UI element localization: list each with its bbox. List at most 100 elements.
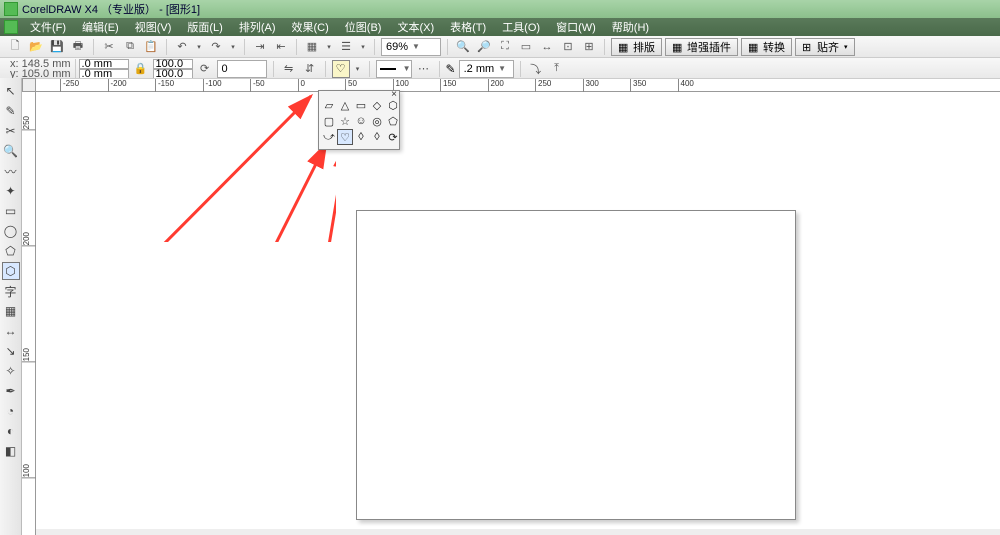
tool-effects[interactable]: ✧ (2, 362, 20, 380)
plugin-button[interactable]: ▦增强插件 (665, 38, 738, 56)
flyout-shape-13[interactable]: ◊ (369, 129, 385, 145)
flyout-shape-9[interactable]: ⬠ (385, 113, 401, 129)
zoom-in-icon[interactable]: 🔍 (454, 38, 472, 56)
separator (374, 39, 375, 55)
menu-file[interactable]: 文件(F) (22, 19, 74, 35)
menu-table[interactable]: 表格(T) (442, 19, 494, 35)
menu-effects[interactable]: 效果(C) (284, 19, 337, 35)
tool-text[interactable]: 字 (2, 282, 20, 300)
tool-table[interactable]: ▦ (2, 302, 20, 320)
open-button[interactable]: 📂 (27, 38, 45, 56)
snap-button[interactable]: ⊞贴齐▾ (795, 38, 855, 56)
app-launcher-icon[interactable]: ▦ (303, 38, 321, 56)
export-button[interactable]: ⇤ (272, 38, 290, 56)
tool-eyedrop[interactable]: ✒ (2, 382, 20, 400)
ruler-vertical[interactable]: 250200150100 (22, 92, 36, 535)
flyout-shape-6[interactable]: ☆ (337, 113, 353, 129)
tool-zoom[interactable]: 🔍 (2, 142, 20, 160)
welcome-icon[interactable]: ☰ (337, 38, 355, 56)
ruler-origin[interactable] (22, 78, 36, 92)
size-group: .0 mm .0 mm (79, 59, 129, 79)
line-style-picker[interactable]: ▼ (376, 60, 412, 78)
mirror-v-icon[interactable]: ⇵ (301, 60, 319, 78)
tool-pick[interactable]: ↖ (2, 82, 20, 100)
zoom-out-icon[interactable]: 🔎 (475, 38, 493, 56)
ruler-tick: 200 (488, 79, 504, 93)
menu-bitmap[interactable]: 位图(B) (337, 19, 390, 35)
rotation-input[interactable]: 0 (217, 60, 267, 78)
tool-interactivefill[interactable]: ◧ (2, 442, 20, 460)
outline-pen-icon: ✎ (446, 62, 456, 76)
menu-view[interactable]: 视图(V) (127, 19, 180, 35)
tool-outline[interactable]: ◔ (2, 402, 20, 420)
chevron-down-icon: ▼ (403, 64, 411, 73)
new-button[interactable]: 🗋 (6, 38, 24, 56)
zoom-all-icon[interactable]: ⊞ (580, 38, 598, 56)
tool-fill[interactable]: ◐ (2, 422, 20, 440)
menu-edit[interactable]: 编辑(E) (74, 19, 127, 35)
drop-icon[interactable]: ▾ (358, 38, 368, 56)
flyout-shape-7[interactable]: ☺ (353, 113, 369, 129)
tool-ellipse[interactable]: ◯ (2, 222, 20, 240)
line-opts-icon[interactable]: ⋯ (415, 60, 433, 78)
cut-button[interactable]: ✂ (100, 38, 118, 56)
flyout-shape-12[interactable]: ◊ (353, 129, 369, 145)
undo-drop-icon[interactable]: ▾ (194, 38, 204, 56)
tool-freehand[interactable]: 〰 (2, 162, 20, 180)
flyout-shape-3[interactable]: ◇ (369, 97, 385, 113)
flyout-shape-8[interactable]: ◎ (369, 113, 385, 129)
flyout-shape-10[interactable]: ⤻ (321, 129, 337, 145)
tool-rect[interactable]: ▭ (2, 202, 20, 220)
flyout-shape-0[interactable]: ▱ (321, 97, 337, 113)
drop-icon[interactable]: ▾ (324, 38, 334, 56)
mirror-h-icon[interactable]: ⇋ (280, 60, 298, 78)
layout-button[interactable]: ▦排版 (611, 38, 662, 56)
lock-icon[interactable]: 🔒 (132, 60, 150, 78)
zoom-sel-icon[interactable]: ⊡ (559, 38, 577, 56)
canvas-area[interactable] (36, 92, 1000, 535)
copy-button[interactable]: ⧉ (121, 38, 139, 56)
to-front-icon[interactable]: ⤒ (548, 60, 566, 78)
zoom-width-icon[interactable]: ↔ (538, 38, 556, 56)
menu-text[interactable]: 文本(X) (389, 19, 442, 35)
tool-connector[interactable]: ↘ (2, 342, 20, 360)
scaley-input[interactable]: 100.0 (153, 69, 193, 79)
print-button[interactable]: 🖶 (69, 38, 87, 56)
save-button[interactable]: 💾 (48, 38, 66, 56)
zoom-fit-icon[interactable]: ⛶ (496, 38, 514, 56)
height-input[interactable]: .0 mm (79, 69, 129, 79)
outline-width-combo[interactable]: .2 mm▼ (459, 60, 514, 78)
menu-window[interactable]: 窗口(W) (548, 19, 604, 35)
page[interactable] (356, 210, 796, 520)
ruler-horizontal[interactable]: -250-200-150-100-50050100150200250300350… (22, 78, 1000, 92)
shape-drop-icon[interactable]: ▾ (353, 60, 363, 78)
tool-shape[interactable]: ✎ (2, 102, 20, 120)
flyout-shape-14[interactable]: ⟳ (385, 129, 401, 145)
redo-drop-icon[interactable]: ▾ (228, 38, 238, 56)
menu-layout[interactable]: 版面(L) (179, 19, 230, 35)
tool-dimension[interactable]: ↔ (2, 322, 20, 340)
paste-button[interactable]: 📋 (142, 38, 160, 56)
menu-arrange[interactable]: 排列(A) (231, 19, 284, 35)
wrap-icon[interactable]: ⤵ (527, 60, 545, 78)
ruler-tick: -100 (203, 79, 222, 93)
zoom-combo[interactable]: 69% ▼ (381, 38, 441, 56)
flyout-shape-5[interactable]: ▢ (321, 113, 337, 129)
import-button[interactable]: ⇥ (251, 38, 269, 56)
scrollbar-h[interactable] (36, 529, 1000, 535)
tool-poly[interactable]: ⬠ (2, 242, 20, 260)
convert-button[interactable]: ▦转换 (741, 38, 792, 56)
redo-button[interactable]: ↷ (207, 38, 225, 56)
tool-smart[interactable]: ✦ (2, 182, 20, 200)
flyout-shape-2[interactable]: ▭ (353, 97, 369, 113)
perfect-shape-picker[interactable]: ♡ (332, 60, 350, 78)
close-icon[interactable]: × (391, 89, 397, 100)
tool-crop[interactable]: ✂ (2, 122, 20, 140)
flyout-shape-1[interactable]: △ (337, 97, 353, 113)
undo-button[interactable]: ↶ (173, 38, 191, 56)
zoom-page-icon[interactable]: ▭ (517, 38, 535, 56)
menu-tools[interactable]: 工具(O) (494, 19, 548, 35)
flyout-shape-11[interactable]: ♡ (337, 129, 353, 145)
menu-help[interactable]: 帮助(H) (604, 19, 657, 35)
tool-basicshapes[interactable]: ⬡ (2, 262, 20, 280)
